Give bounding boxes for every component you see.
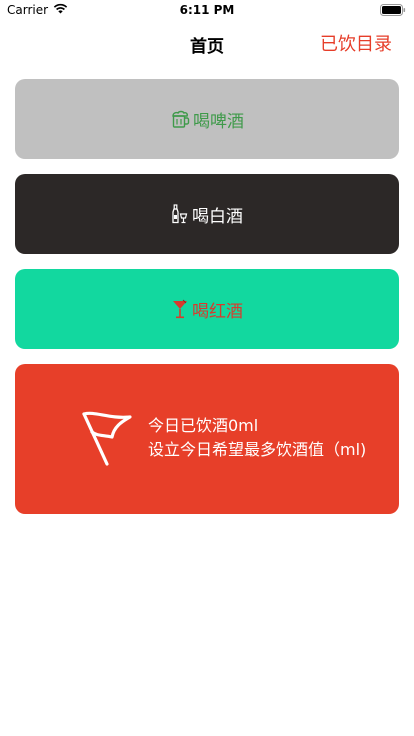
- set-goal-prompt: 设立今日希望最多饮酒值（ml): [148, 440, 367, 459]
- drink-wine-label-group: 喝红酒: [171, 297, 243, 322]
- navigation-bar: 首页 已饮目录: [0, 20, 414, 64]
- battery-icon: [380, 4, 406, 19]
- drink-wine-label: 喝红酒: [192, 301, 243, 322]
- drink-wine-button[interactable]: 喝红酒: [15, 269, 399, 349]
- daily-goal-text: 今日已饮酒0ml 设立今日希望最多饮酒值（ml): [148, 414, 366, 462]
- flag-icon: [81, 410, 133, 470]
- beer-mug-icon: [170, 109, 190, 129]
- liquor-bottle-icon: [171, 204, 189, 224]
- home-screen: Carrier 6:11 PM 首页 已饮目录 喝啤酒 喝白酒 喝红酒 今日已饮…: [0, 0, 414, 736]
- drink-baijiu-label: 喝白酒: [192, 206, 243, 227]
- status-time: 6:11 PM: [179, 3, 235, 17]
- drink-baijiu-label-group: 喝白酒: [171, 202, 243, 227]
- drink-beer-label-group: 喝啤酒: [170, 107, 244, 132]
- drink-baijiu-button[interactable]: 喝白酒: [15, 174, 399, 254]
- daily-goal-card[interactable]: 今日已饮酒0ml 设立今日希望最多饮酒值（ml): [15, 364, 399, 514]
- daily-goal-content: 今日已饮酒0ml 设立今日希望最多饮酒值（ml): [15, 364, 399, 514]
- cocktail-glass-icon: [171, 299, 189, 319]
- drink-history-button[interactable]: 已饮目录: [320, 30, 392, 56]
- drink-beer-button[interactable]: 喝啤酒: [15, 79, 399, 159]
- status-bar: Carrier 6:11 PM: [0, 0, 414, 20]
- today-consumed-text: 今日已饮酒0ml: [148, 416, 259, 435]
- drink-beer-label: 喝啤酒: [193, 111, 244, 132]
